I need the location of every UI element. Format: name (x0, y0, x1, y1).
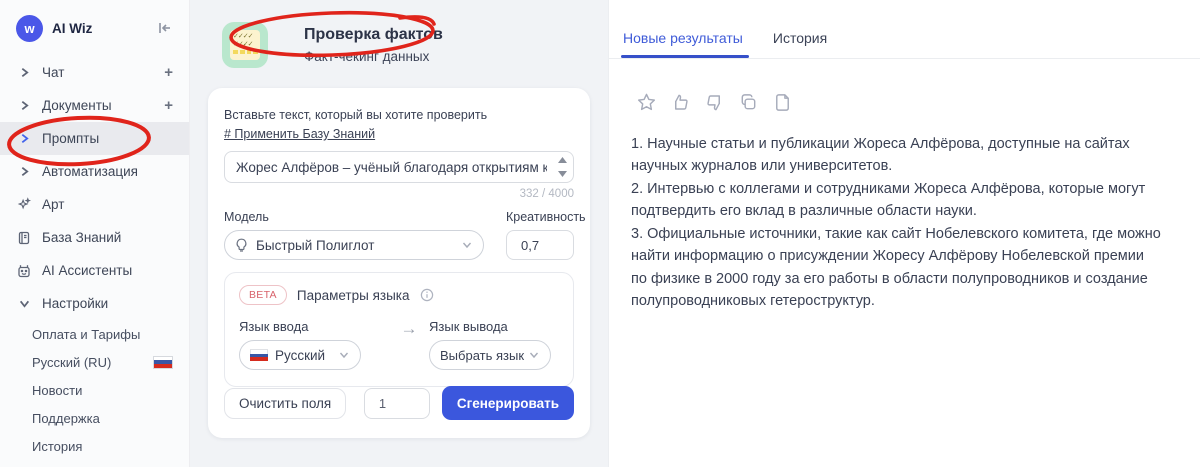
logo-row: w AI Wiz (0, 0, 189, 56)
language-params-label: Параметры языка (296, 287, 410, 303)
file-icon[interactable] (772, 92, 793, 113)
result-line: 3. Официальные источники, такие как сайт… (631, 225, 1161, 310)
app-title: AI Wiz (52, 20, 93, 36)
sidebar-subitem-billing[interactable]: Оплата и Тарифы (0, 320, 189, 348)
result-toolbar (609, 59, 1200, 113)
model-label: Модель (224, 210, 269, 224)
fact-text-input[interactable] (225, 152, 551, 182)
sidebar-item-chat[interactable]: Чат + (0, 56, 189, 89)
book-icon (16, 230, 32, 246)
creativity-label: Креативность (506, 210, 586, 224)
chevron-right-icon (16, 98, 32, 114)
page-title: Проверка фактов (304, 26, 443, 43)
collapse-sidebar-icon[interactable] (157, 20, 173, 36)
generate-button[interactable]: Сгенерировать (441, 386, 574, 420)
sparkles-icon (16, 197, 32, 213)
chevron-right-icon (16, 65, 32, 81)
tab-history[interactable]: История (773, 30, 827, 58)
result-text: 1. Научные статьи и публикации Жореса Ал… (609, 113, 1189, 313)
tool-panel: ✓✓✓✓ ✓✓✓✓ Проверка фактов Факт-чекинг да… (190, 0, 608, 467)
chevron-down-icon (461, 239, 473, 251)
sidebar-item-art[interactable]: Арт (0, 188, 189, 221)
thumbs-up-icon[interactable] (670, 92, 691, 113)
chevron-right-icon (16, 131, 32, 147)
robot-icon (16, 263, 32, 279)
sidebar-item-settings[interactable]: Настройки (0, 287, 189, 320)
app-window: w AI Wiz Чат + Документы + Промпты Автом… (0, 0, 1200, 467)
input-language-select[interactable]: Русский (239, 340, 361, 370)
results-tabs: Новые результаты История (609, 0, 1200, 58)
page-subtitle: Факт-чекинг данных (304, 49, 430, 64)
prompt-form-card: Вставьте текст, который вы хотите провер… (208, 88, 590, 438)
chevron-down-icon (528, 349, 540, 361)
star-icon[interactable] (636, 92, 657, 113)
ai-wiz-logo-icon: w (16, 14, 43, 42)
arrow-right-icon: → (400, 319, 418, 338)
sidebar-subitem-history[interactable]: История (0, 432, 189, 460)
thumbs-down-icon[interactable] (704, 92, 725, 113)
model-select[interactable]: Быстрый Полиглот (224, 230, 484, 260)
scroll-spinner[interactable] (554, 155, 570, 179)
input-label: Вставьте текст, который вы хотите провер… (224, 108, 488, 122)
sidebar-item-automation[interactable]: Автоматизация (0, 155, 189, 188)
clear-fields-button[interactable]: Очистить поля (224, 387, 347, 419)
add-document-icon[interactable]: + (164, 97, 173, 114)
beta-badge: BETA (239, 285, 287, 305)
tab-new-results[interactable]: Новые результаты (621, 30, 749, 58)
apply-knowledge-base-link[interactable]: # Применить Базу Знаний (224, 127, 375, 141)
sidebar-subitem-support[interactable]: Поддержка (0, 404, 189, 432)
sidebar-item-prompts[interactable]: Промпты (0, 122, 189, 155)
generation-count-input[interactable] (363, 387, 430, 419)
chevron-right-icon (16, 164, 32, 180)
info-icon[interactable] (420, 288, 434, 302)
copy-icon[interactable] (738, 92, 759, 113)
result-line: 2. Интервью с коллегами и сотрудниками Ж… (631, 180, 1146, 220)
sidebar-item-ai-assistants[interactable]: AI Ассистенты (0, 254, 189, 287)
output-language-label: Язык вывода (429, 319, 508, 334)
result-line: 1. Научные статьи и публикации Жореса Ал… (631, 136, 1130, 175)
bulb-icon (235, 238, 248, 252)
sidebar-item-documents[interactable]: Документы + (0, 89, 189, 122)
russian-flag-icon (153, 355, 173, 369)
language-params-card: BETA Параметры языка Язык ввода Русский … (224, 272, 574, 387)
fact-check-icon: ✓✓✓✓ ✓✓✓✓ (222, 22, 268, 68)
sidebar-subitem-language[interactable]: Русский (RU) (0, 348, 189, 376)
char-counter: 332 / 4000 (519, 188, 574, 200)
tool-header: ✓✓✓✓ ✓✓✓✓ Проверка фактов Факт-чекинг да… (222, 22, 469, 68)
results-panel: Новые результаты История 1. Научные стат… (608, 0, 1200, 467)
fact-text-field-wrap (224, 151, 574, 183)
chevron-down-icon (16, 296, 32, 312)
actions-row: Очистить поля Сгенерировать (224, 386, 574, 420)
chevron-down-icon (338, 349, 350, 361)
sidebar: w AI Wiz Чат + Документы + Промпты Автом… (0, 0, 190, 467)
sidebar-item-knowledge-base[interactable]: База Знаний (0, 221, 189, 254)
russian-flag-icon (250, 349, 268, 362)
creativity-input[interactable] (506, 230, 574, 260)
output-language-select[interactable]: Выбрать язык (429, 340, 551, 370)
model-row: Модель Быстрый Полиглот Креативность 0,7 (224, 210, 586, 260)
sidebar-subitem-news[interactable]: Новости (0, 376, 189, 404)
input-language-label: Язык ввода (239, 319, 309, 334)
add-chat-icon[interactable]: + (164, 64, 173, 81)
